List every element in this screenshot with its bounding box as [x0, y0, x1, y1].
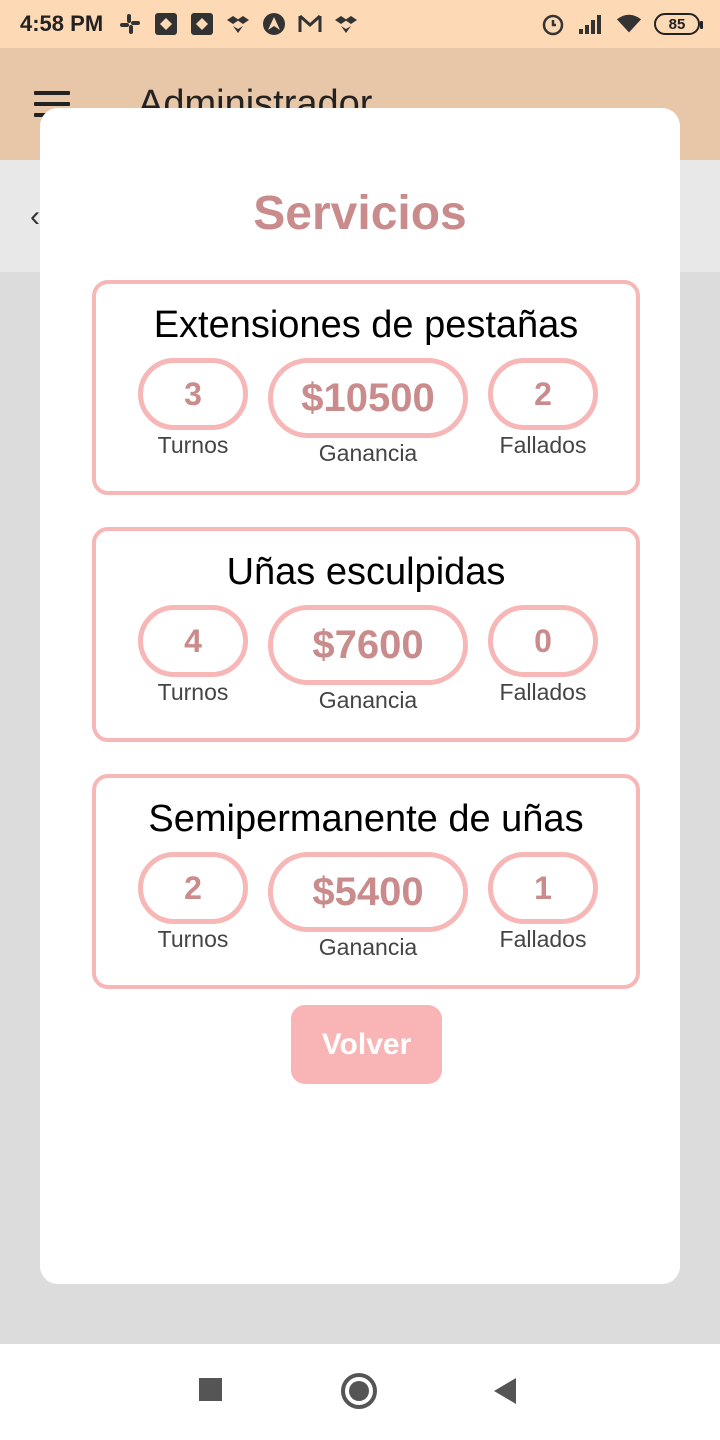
fallados-value: 2: [488, 358, 598, 430]
turnos-value: 2: [138, 852, 248, 924]
navigation-bar: [0, 1344, 720, 1440]
ganancia-label: Ganancia: [318, 934, 418, 960]
service-card: Uñas esculpidas 4 $7600 0 Turnos Gananci…: [92, 527, 640, 742]
system-icons: 85: [540, 11, 703, 37]
fallados-label: Fallados: [499, 926, 587, 952]
dropbox-icon: [333, 11, 359, 37]
gmail-icon: [297, 11, 323, 37]
dialog-title: Servicios: [253, 187, 467, 240]
ganancia-value: $7600: [268, 605, 468, 685]
alarm-icon: [540, 11, 566, 37]
fallados-value: 1: [488, 852, 598, 924]
turnos-label: Turnos: [157, 432, 229, 458]
ganancia-label: Ganancia: [318, 440, 418, 466]
app-icon: [153, 11, 179, 37]
slack-icon: [117, 11, 143, 37]
back-icon[interactable]: [494, 1378, 516, 1404]
service-name: Extensiones de pestañas: [153, 304, 579, 346]
volver-button[interactable]: Volver: [291, 1005, 442, 1084]
service-name: Uñas esculpidas: [226, 551, 506, 593]
dropbox-icon: [225, 11, 251, 37]
status-time: 4:58 PM: [20, 11, 104, 36]
ganancia-value: $10500: [268, 358, 468, 438]
turnos-label: Turnos: [157, 926, 229, 952]
turnos-value: 3: [138, 358, 248, 430]
arch-icon: [261, 11, 287, 37]
fallados-label: Fallados: [499, 679, 587, 705]
notification-icons: [117, 11, 359, 37]
service-name: Semipermanente de uñas: [148, 798, 584, 840]
ganancia-label: Ganancia: [318, 687, 418, 713]
wifi-icon: [616, 11, 642, 37]
battery-icon: 85: [654, 13, 703, 35]
service-card: Extensiones de pestañas 3 $10500 2 Turno…: [92, 280, 640, 495]
recents-icon[interactable]: [199, 1378, 222, 1401]
turnos-label: Turnos: [157, 679, 229, 705]
signal-icon: [578, 11, 604, 37]
home-icon[interactable]: [341, 1373, 377, 1409]
app-icon: [189, 11, 215, 37]
service-card: Semipermanente de uñas 2 $5400 1 Turnos …: [92, 774, 640, 989]
turnos-value: 4: [138, 605, 248, 677]
ganancia-value: $5400: [268, 852, 468, 932]
fallados-value: 0: [488, 605, 598, 677]
status-bar: 4:58 PM 85: [0, 0, 720, 48]
fallados-label: Fallados: [499, 432, 587, 458]
